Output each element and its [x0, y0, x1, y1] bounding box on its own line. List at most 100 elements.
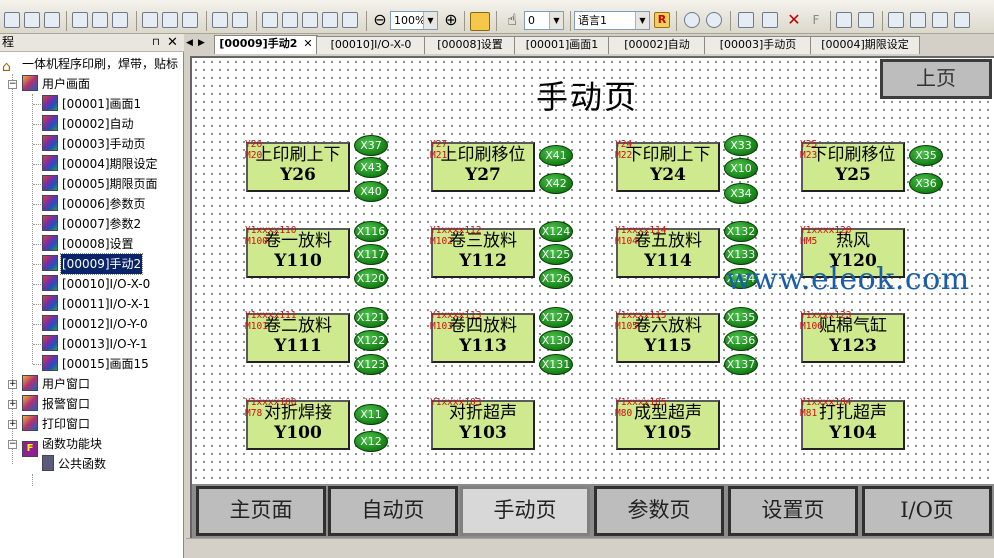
input-indicator-lamp[interactable]: X124 — [539, 221, 573, 242]
nav-button[interactable]: I/O页 — [862, 486, 992, 536]
tree-item-screen[interactable]: [00008]设置 — [42, 234, 135, 254]
device-4-icon[interactable] — [954, 12, 970, 28]
input-indicator-lamp[interactable]: X117 — [354, 244, 388, 265]
zoom-combo[interactable]: 100% ▼ — [390, 11, 438, 30]
input-indicator-lamp[interactable]: X116 — [354, 221, 388, 242]
input-indicator-lamp[interactable]: X11 — [354, 404, 388, 425]
input-indicator-lamp[interactable]: X136 — [724, 330, 758, 351]
input-indicator-lamp[interactable]: X122 — [354, 330, 388, 351]
collapse-icon[interactable]: − — [8, 80, 17, 89]
tab-scroll-left-icon[interactable]: ◀ — [186, 38, 193, 48]
tree-item-screen[interactable]: [00001]画面1 — [42, 94, 142, 114]
input-indicator-lamp[interactable]: X131 — [539, 354, 573, 375]
tree-item-user-window[interactable]: 用户窗口 — [22, 374, 91, 394]
same-height-icon[interactable] — [162, 12, 178, 28]
input-indicator-lamp[interactable]: X42 — [539, 173, 573, 194]
input-indicator-lamp[interactable]: X126 — [539, 268, 573, 289]
tree-item-screen[interactable]: [00002]自动 — [42, 114, 135, 134]
tab-screen[interactable]: [00003]手动页 — [704, 36, 812, 54]
align-center-icon[interactable] — [24, 12, 40, 28]
input-indicator-lamp[interactable]: X121 — [354, 307, 388, 328]
input-indicator-lamp[interactable]: X33 — [724, 135, 758, 156]
input-indicator-lamp[interactable]: X37 — [354, 135, 388, 156]
tab-screen[interactable]: [00001]画面1 — [514, 36, 610, 54]
input-indicator-lamp[interactable]: X127 — [539, 307, 573, 328]
tree-item-public-function[interactable]: 公共函数 — [42, 454, 107, 474]
expand-icon[interactable]: + — [8, 380, 17, 389]
input-indicator-lamp[interactable]: X123 — [354, 354, 388, 375]
group-icon[interactable] — [302, 12, 318, 28]
tree-item-function-block[interactable]: F 函数功能块 — [22, 434, 103, 457]
record-icon[interactable] — [684, 12, 700, 28]
tree-item-screen[interactable]: [00011]I/O-X-1 — [42, 294, 151, 314]
input-indicator-lamp[interactable]: X125 — [539, 244, 573, 265]
close-tab-icon[interactable]: ✕ — [303, 37, 312, 50]
space-horizontal-icon[interactable] — [212, 12, 228, 28]
align-middle-icon[interactable] — [92, 12, 108, 28]
input-indicator-lamp[interactable]: X137 — [724, 354, 758, 375]
nav-button[interactable]: 设置页 — [728, 486, 858, 536]
compile-icon[interactable] — [836, 12, 852, 28]
input-indicator-lamp[interactable]: X35 — [909, 145, 943, 166]
state-combo[interactable]: 0 ▼ — [524, 11, 564, 30]
grid-toggle-icon[interactable] — [470, 12, 490, 31]
hand-pointer-icon[interactable]: ☝ — [502, 11, 522, 31]
nav-button[interactable]: 主页面 — [196, 486, 326, 536]
input-indicator-lamp[interactable]: X135 — [724, 307, 758, 328]
align-top-icon[interactable] — [72, 12, 88, 28]
zoom-in-icon[interactable]: ⊕ — [441, 11, 461, 31]
input-indicator-lamp[interactable]: X132 — [724, 221, 758, 242]
play-icon[interactable] — [706, 12, 722, 28]
input-indicator-lamp[interactable]: X36 — [909, 173, 943, 194]
input-indicator-lamp[interactable]: X120 — [354, 268, 388, 289]
input-indicator-lamp[interactable]: X34 — [724, 183, 758, 204]
expand-icon[interactable]: + — [8, 400, 17, 409]
tab-screen[interactable]: [00009]手动2 ✕ — [214, 35, 318, 54]
tree-item-print-window[interactable]: 打印窗口 — [22, 414, 91, 434]
lock-icon[interactable] — [342, 12, 358, 28]
tab-screen[interactable]: [00008]设置 — [424, 36, 516, 54]
tree-item-screen[interactable]: [00009]手动2 — [42, 253, 144, 275]
paste-format-icon[interactable] — [762, 12, 778, 28]
copy-format-icon[interactable] — [738, 12, 754, 28]
ungroup-icon[interactable] — [322, 12, 338, 28]
tab-screen[interactable]: [00004]期限设定 — [810, 36, 920, 54]
nav-button[interactable]: 参数页 — [594, 486, 724, 536]
send-back-icon[interactable] — [282, 12, 298, 28]
tree-item-screen[interactable]: [00005]期限页面 — [42, 174, 159, 194]
tree-item-screen[interactable]: [00013]I/O-Y-1 — [42, 334, 149, 354]
space-vertical-icon[interactable] — [232, 12, 248, 28]
font-icon[interactable]: F — [806, 11, 826, 31]
tree-item-screen[interactable]: [00003]手动页 — [42, 134, 147, 154]
same-size-icon[interactable] — [182, 12, 198, 28]
tree-item-screen[interactable]: [00006]参数页 — [42, 194, 147, 214]
tree-item-screen[interactable]: [00007]参数2 — [42, 214, 142, 234]
collapse-icon[interactable]: − — [8, 440, 17, 449]
same-width-icon[interactable] — [142, 12, 158, 28]
device-3-icon[interactable] — [932, 12, 948, 28]
zoom-out-icon[interactable]: ⊖ — [370, 11, 390, 31]
input-indicator-lamp[interactable]: X41 — [539, 145, 573, 166]
delete-icon[interactable]: ✕ — [784, 11, 804, 31]
input-indicator-lamp[interactable]: X12 — [354, 431, 388, 452]
tree-item-alarm-window[interactable]: 报警窗口 — [22, 394, 91, 414]
language-combo[interactable]: 语言1 ▼ — [574, 11, 650, 30]
input-indicator-lamp[interactable]: X10 — [724, 158, 758, 179]
align-right-icon[interactable] — [44, 12, 60, 28]
nav-button[interactable]: 自动页 — [328, 486, 458, 536]
tree-root[interactable]: ⌂ 一体机程序印刷，焊带，贴标 — [2, 54, 179, 75]
tab-scroll-right-icon[interactable]: ▶ — [198, 38, 205, 48]
align-bottom-icon[interactable] — [112, 12, 128, 28]
tab-screen[interactable]: [00010]I/O-X-0 — [316, 36, 426, 54]
tree-item-screen[interactable]: [00015]画面15 — [42, 354, 150, 374]
input-indicator-lamp[interactable]: X40 — [354, 181, 388, 202]
tree-item-screen[interactable]: [00004]期限设定 — [42, 154, 159, 174]
bring-front-icon[interactable] — [262, 12, 278, 28]
input-indicator-lamp[interactable]: X43 — [354, 157, 388, 178]
tree-item-screen[interactable]: [00012]I/O-Y-0 — [42, 314, 149, 334]
device-2-icon[interactable] — [910, 12, 926, 28]
align-left-icon[interactable] — [4, 12, 20, 28]
prev-page-button[interactable]: 上页 — [880, 59, 992, 99]
expand-icon[interactable]: + — [8, 420, 17, 429]
nav-button[interactable]: 手动页 — [460, 486, 590, 536]
